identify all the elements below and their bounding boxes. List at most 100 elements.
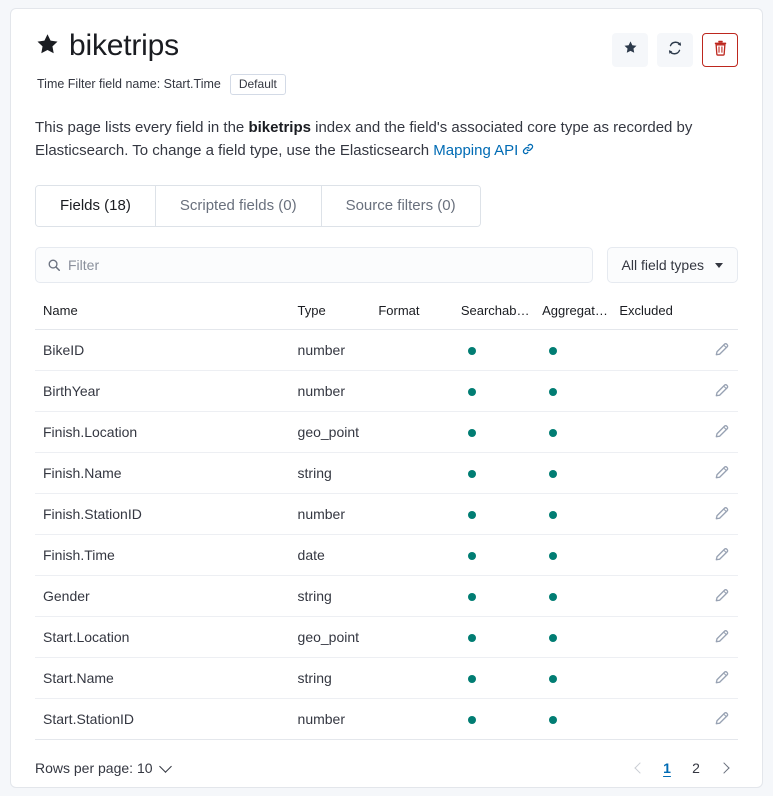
pagination-prev-button[interactable] (625, 755, 651, 781)
cell-excluded (619, 698, 712, 740)
time-filter-row: Time Filter field name: Start.Time Defau… (35, 73, 286, 95)
pencil-icon (714, 710, 730, 729)
cell-searchable (460, 657, 543, 699)
title-line: biketrips (35, 29, 286, 64)
cell-field-format (378, 575, 461, 617)
cell-field-format (378, 616, 461, 658)
header-actions (612, 29, 748, 67)
favorite-button[interactable] (612, 33, 648, 67)
cell-searchable (460, 534, 543, 576)
aggregatable-dot (549, 388, 558, 396)
cell-aggregatable (542, 329, 620, 371)
cell-field-type: number (297, 698, 379, 740)
tab-source-filters[interactable]: Source filters (0) (321, 186, 480, 226)
cell-excluded (619, 411, 712, 453)
column-header-actions (712, 303, 738, 330)
title-block: biketrips Time Filter field name: Start.… (25, 29, 286, 95)
column-header-name[interactable]: Name (35, 303, 298, 330)
pencil-icon (714, 546, 730, 565)
searchable-dot (467, 675, 476, 683)
pencil-icon (714, 505, 730, 524)
cell-searchable (460, 698, 543, 740)
edit-field-button[interactable] (712, 545, 732, 565)
search-input[interactable] (68, 248, 592, 282)
cell-searchable (460, 370, 543, 412)
cell-field-type: geo_point (297, 411, 379, 453)
cell-actions (712, 452, 738, 494)
searchable-dot (467, 634, 476, 642)
tab-fields[interactable]: Fields (18) (36, 186, 156, 226)
filter-row: All field types (35, 247, 738, 283)
cell-excluded (619, 493, 712, 535)
cell-field-format (378, 657, 461, 699)
column-header-aggregatable[interactable]: Aggregat… (542, 303, 620, 330)
cell-field-format (378, 411, 461, 453)
edit-field-button[interactable] (712, 422, 732, 442)
table-header-row: Name Type Format Searchab… Aggregat… Exc… (35, 303, 738, 330)
cell-field-name: Finish.Time (35, 534, 298, 576)
column-header-type[interactable]: Type (297, 303, 379, 330)
table-row: Finish.Name string (35, 452, 738, 494)
edit-field-button[interactable] (712, 381, 732, 401)
refresh-button[interactable] (657, 33, 693, 67)
edit-field-button[interactable] (712, 586, 732, 606)
cell-excluded (619, 370, 712, 412)
edit-field-button[interactable] (712, 668, 732, 688)
table-row: Finish.StationID number (35, 493, 738, 535)
searchable-dot (467, 347, 476, 355)
rows-per-page-selector[interactable]: Rows per page: 10 (35, 759, 172, 776)
cell-field-name: Gender (35, 575, 298, 617)
pagination-page-1[interactable]: 1 (654, 755, 680, 781)
cell-field-name: Start.Name (35, 657, 298, 699)
cell-actions (712, 698, 738, 740)
trash-icon (713, 40, 728, 61)
cell-field-type: string (297, 575, 379, 617)
cell-field-format (378, 370, 461, 412)
aggregatable-dot (549, 470, 558, 478)
cell-actions (712, 575, 738, 617)
cell-searchable (460, 452, 543, 494)
pagination-next-button[interactable] (712, 755, 738, 781)
cell-actions (712, 370, 738, 412)
star-filled-icon (35, 32, 60, 62)
time-filter-label: Time Filter field name: Start.Time (37, 77, 221, 91)
aggregatable-dot (549, 593, 558, 601)
edit-field-button[interactable] (712, 627, 732, 647)
cell-actions (712, 411, 738, 453)
field-type-dropdown[interactable]: All field types (606, 247, 738, 283)
cell-field-format (378, 534, 461, 576)
pencil-icon (714, 423, 730, 442)
cell-actions (712, 534, 738, 576)
table-row: Finish.Time date (35, 534, 738, 576)
column-header-excluded[interactable]: Excluded (619, 303, 712, 330)
cell-searchable (460, 616, 543, 658)
mapping-api-link[interactable]: Mapping API (433, 142, 518, 159)
cell-excluded (619, 534, 712, 576)
column-header-format[interactable]: Format (378, 303, 461, 330)
searchable-dot (467, 470, 476, 478)
cell-field-type: geo_point (297, 616, 379, 658)
aggregatable-dot (549, 716, 558, 724)
pagination-page-2[interactable]: 2 (683, 755, 709, 781)
aggregatable-dot (549, 552, 558, 560)
external-link-icon[interactable] (521, 140, 535, 163)
edit-field-button[interactable] (712, 504, 732, 524)
table-row: Finish.Location geo_point (35, 411, 738, 453)
search-box[interactable] (35, 247, 593, 283)
cell-field-type: number (297, 493, 379, 535)
tab-scripted-fields[interactable]: Scripted fields (0) (155, 186, 322, 226)
searchable-dot (467, 511, 476, 519)
table-row: BikeID number (35, 329, 738, 371)
cell-field-name: Start.StationID (35, 698, 298, 740)
edit-field-button[interactable] (712, 709, 732, 729)
tab-bar: Fields (18) Scripted fields (0) Source f… (35, 185, 481, 227)
edit-field-button[interactable] (712, 463, 732, 483)
delete-button[interactable] (702, 33, 738, 67)
cell-actions (712, 657, 738, 699)
cell-aggregatable (542, 575, 620, 617)
header: biketrips Time Filter field name: Start.… (25, 9, 748, 95)
column-header-searchable[interactable]: Searchab… (460, 303, 543, 330)
edit-field-button[interactable] (712, 340, 732, 360)
cell-field-name: Finish.StationID (35, 493, 298, 535)
cell-excluded (619, 657, 712, 699)
